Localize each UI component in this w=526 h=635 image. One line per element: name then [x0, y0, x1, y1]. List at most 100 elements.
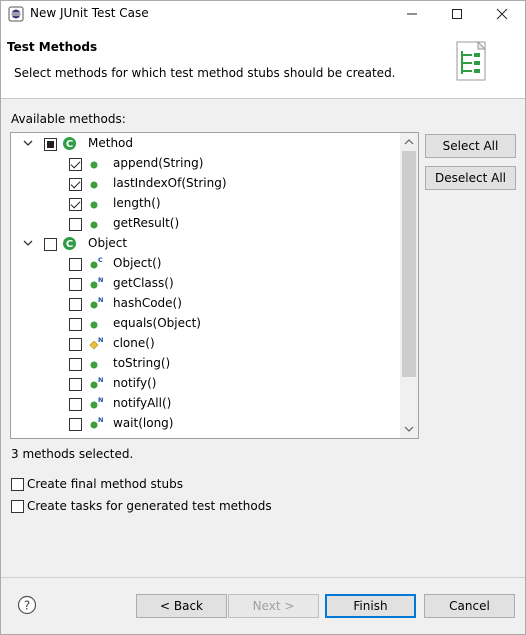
native-final-method-icon: NF: [90, 417, 103, 429]
final-stubs-checkbox[interactable]: [11, 478, 24, 491]
tree-item-checkbox[interactable]: [69, 418, 82, 431]
tree-method-label: getClass(): [113, 276, 174, 290]
tree-class-label: Object: [88, 236, 128, 250]
scroll-down-button[interactable]: [400, 420, 418, 438]
tree-method-row[interactable]: length(): [11, 194, 401, 214]
chevron-down-icon[interactable]: [23, 238, 33, 248]
tree-scrollbar[interactable]: [400, 133, 418, 438]
cancel-button[interactable]: Cancel: [424, 594, 515, 618]
tree-method-row[interactable]: NhashCode(): [11, 294, 401, 314]
tree-method-label: notifyAll(): [113, 396, 172, 410]
maximize-button[interactable]: [435, 1, 479, 27]
page-description: Select methods for which test method stu…: [14, 66, 396, 80]
tree-method-label: toString(): [113, 356, 171, 370]
tree-method-row[interactable]: equals(Object): [11, 314, 401, 334]
tree-item-checkbox[interactable]: [69, 318, 82, 331]
tree-method-row[interactable]: append(String): [11, 154, 401, 174]
svg-text:N: N: [98, 297, 103, 304]
tree-item-checkbox[interactable]: [69, 278, 82, 291]
minimize-button[interactable]: [390, 1, 434, 27]
public-method-icon: [90, 161, 98, 169]
tree-item-checkbox[interactable]: [69, 258, 82, 271]
minimize-icon: [407, 13, 417, 15]
tree-method-row[interactable]: NF wait(long): [11, 414, 401, 434]
native-method-icon: N: [90, 297, 103, 309]
tree-item-checkbox[interactable]: [69, 158, 82, 171]
tree-method-label: equals(Object): [113, 316, 201, 330]
public-method-icon: [90, 221, 98, 229]
tree-method-label: getResult(): [113, 216, 180, 230]
tree-method-label: append(String): [113, 156, 204, 170]
tree-method-row[interactable]: C Object(): [11, 254, 401, 274]
title-bar: New JUnit Test Case: [1, 1, 525, 27]
tree-method-label: notify(): [113, 376, 157, 390]
tree-item-checkbox[interactable]: [44, 238, 57, 251]
methods-tree[interactable]: NF wait(long) NF notifyAll() NF notify() toStr…: [10, 132, 419, 439]
wizard-header: Test Methods Select methods for which te…: [1, 27, 525, 99]
next-button[interactable]: Next >: [228, 594, 319, 618]
protected-native-method-icon: N: [89, 337, 103, 350]
create-tasks-label: Create tasks for generated test methods: [27, 499, 272, 513]
back-button[interactable]: < Back: [136, 594, 227, 618]
tree-method-row[interactable]: NF notify(): [11, 374, 401, 394]
svg-text:NF: NF: [98, 397, 103, 404]
tree-item-checkbox[interactable]: [69, 358, 82, 371]
native-final-method-icon: NF: [90, 277, 103, 289]
tree-method-row[interactable]: NF notifyAll(): [11, 394, 401, 414]
tree-item-checkbox[interactable]: [69, 338, 82, 351]
tree-class-label: Method: [88, 136, 134, 150]
junit-wizard-icon: [456, 41, 487, 81]
tree-method-row[interactable]: lastIndexOf(String): [11, 174, 401, 194]
deselect-all-button[interactable]: Deselect All: [425, 166, 516, 190]
scroll-thumb[interactable]: [402, 151, 416, 377]
tree-method-row[interactable]: NF getClass(): [11, 274, 401, 294]
public-method-icon: [90, 361, 98, 369]
help-icon[interactable]: ?: [17, 595, 37, 615]
create-tasks-checkbox[interactable]: [11, 500, 24, 513]
finish-button[interactable]: Finish: [325, 594, 416, 618]
chevron-up-icon: [404, 139, 414, 145]
chevron-down-icon: [404, 426, 414, 432]
native-final-method-icon: NF: [90, 397, 103, 409]
dialog-window: New JUnit Test Case Test Methods Select …: [0, 0, 526, 635]
public-method-icon: [90, 181, 98, 189]
svg-text:C: C: [66, 139, 73, 150]
select-all-button[interactable]: Select All: [425, 134, 516, 158]
class-icon: C: [63, 237, 76, 250]
footer-separator: [1, 577, 525, 578]
tree-class-row[interactable]: C Object: [11, 234, 401, 254]
tree-class-row[interactable]: C Method: [11, 134, 401, 154]
page-title: Test Methods: [7, 40, 98, 54]
close-icon: [496, 8, 508, 20]
svg-text:NF: NF: [98, 377, 103, 384]
maximize-icon: [452, 9, 462, 19]
chevron-down-icon[interactable]: [23, 138, 33, 148]
public-method-icon: [90, 201, 98, 209]
tree-item-checkbox[interactable]: [69, 398, 82, 411]
svg-text:C: C: [98, 257, 103, 264]
tree-item-checkbox[interactable]: [69, 378, 82, 391]
class-icon: C: [63, 137, 76, 150]
tree-method-label: clone(): [113, 336, 155, 350]
svg-text:N: N: [98, 337, 103, 344]
tree-item-checkbox[interactable]: [69, 178, 82, 191]
available-methods-label: Available methods:: [11, 112, 126, 126]
window-title: New JUnit Test Case: [30, 6, 149, 20]
close-button[interactable]: [480, 1, 524, 27]
tree-method-label: lastIndexOf(String): [113, 176, 227, 190]
tree-method-row[interactable]: getResult(): [11, 214, 401, 234]
tree-method-label: hashCode(): [113, 296, 182, 310]
svg-text:C: C: [66, 239, 73, 250]
tree-item-checkbox[interactable]: [69, 218, 82, 231]
tree-item-checkbox[interactable]: [69, 198, 82, 211]
scroll-up-button[interactable]: [400, 133, 418, 151]
tree-method-label: Object(): [113, 256, 162, 270]
tree-method-row[interactable]: Nclone(): [11, 334, 401, 354]
public-method-icon: [90, 321, 98, 329]
tree-item-checkbox[interactable]: [69, 298, 82, 311]
svg-text:?: ?: [24, 599, 30, 613]
tree-item-checkbox[interactable]: [44, 138, 57, 151]
tree-method-row[interactable]: toString(): [11, 354, 401, 374]
final-stubs-label: Create final method stubs: [27, 477, 183, 491]
tree-method-label: wait(long): [113, 416, 174, 430]
